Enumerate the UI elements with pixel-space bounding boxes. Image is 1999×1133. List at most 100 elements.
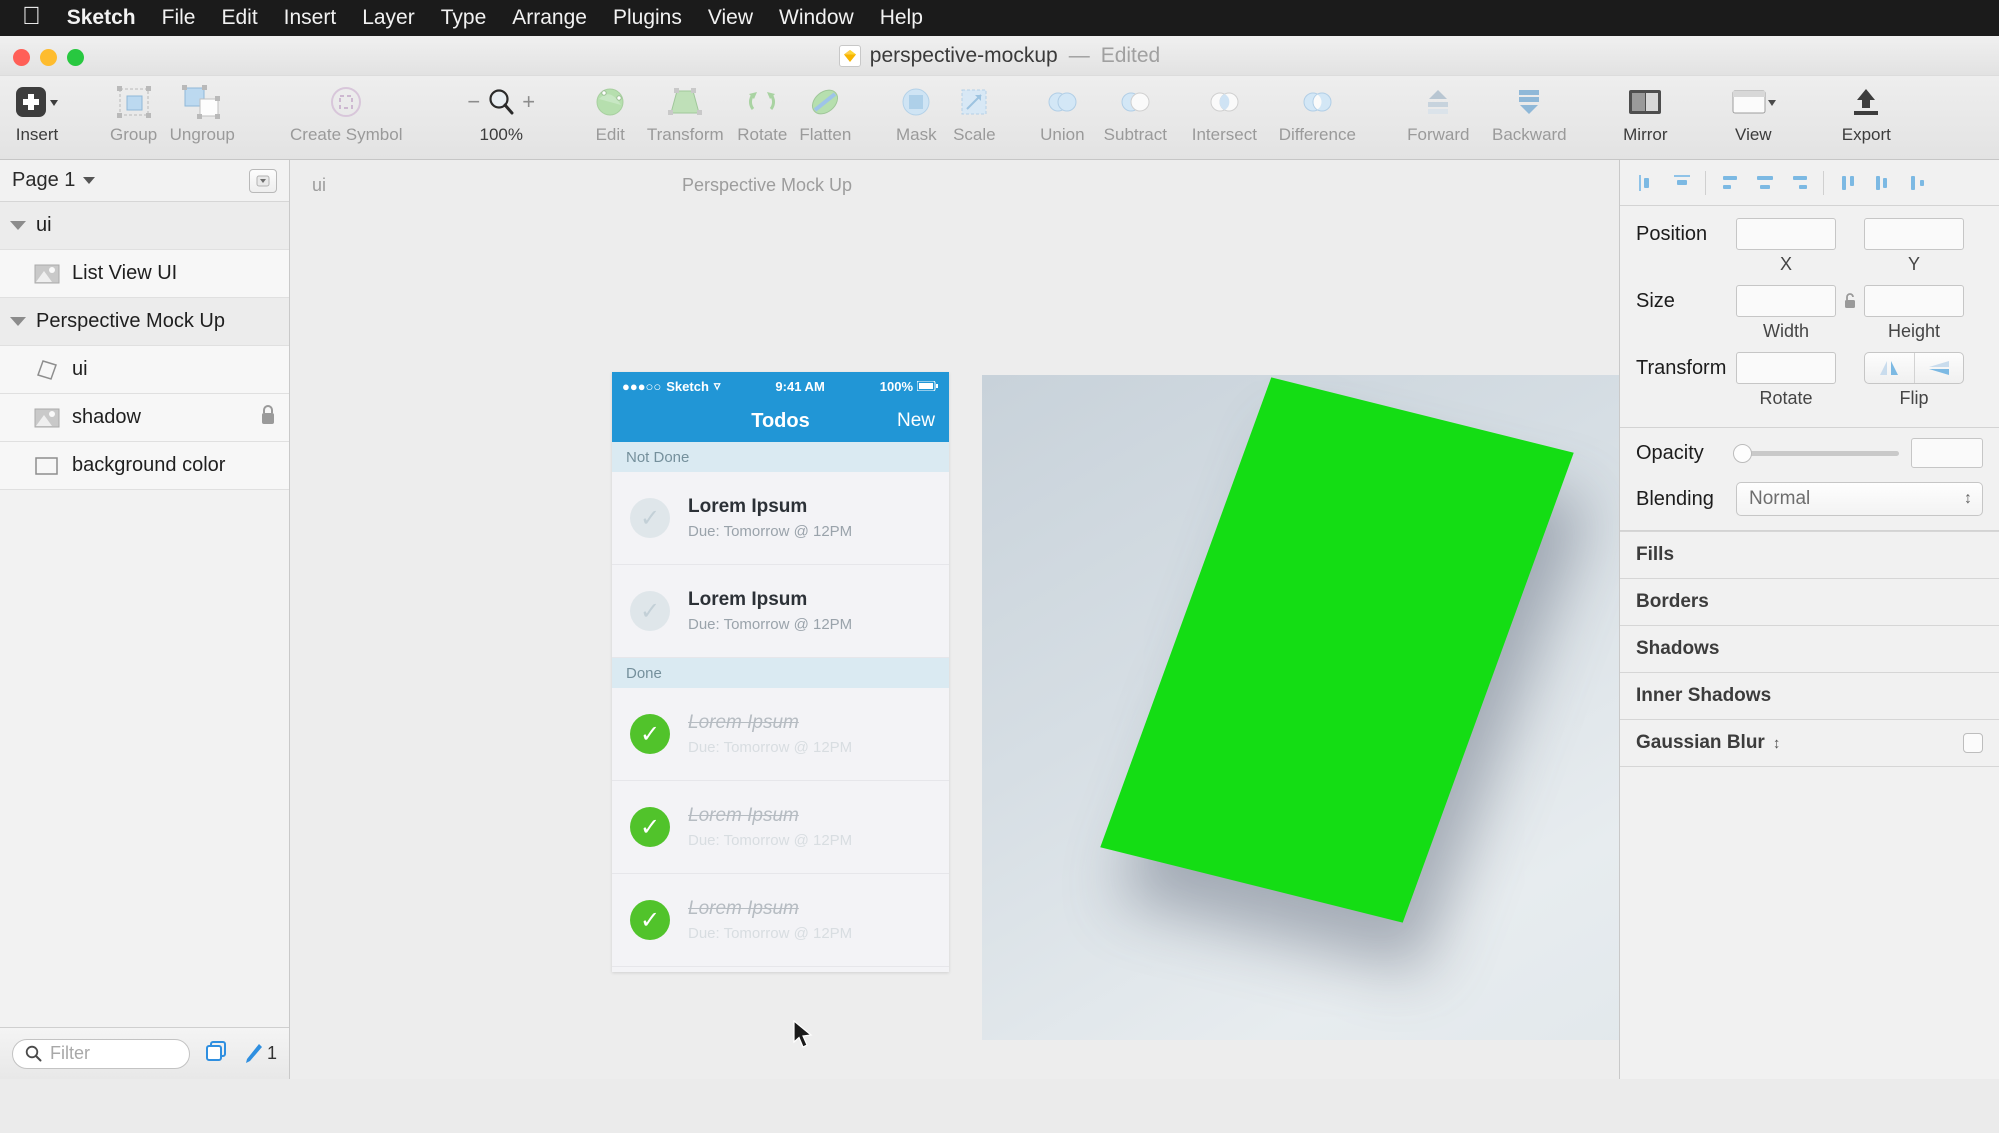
height-input[interactable]	[1864, 285, 1964, 317]
opacity-input[interactable]	[1911, 438, 1983, 468]
position-x-input[interactable]	[1736, 218, 1836, 250]
page-selector[interactable]: Page 1	[0, 160, 289, 202]
toolbar-rotate[interactable]: Rotate	[731, 81, 793, 145]
gaussian-blur-checkbox[interactable]	[1963, 733, 1983, 753]
toolbar-mirror[interactable]: Mirror	[1607, 81, 1683, 145]
toolbar-flatten[interactable]: Flatten	[793, 81, 857, 145]
layer-row-ui-group[interactable]: ui	[0, 202, 289, 250]
sketch-document-icon	[838, 45, 861, 67]
layer-row-shadow[interactable]: shadow	[0, 394, 289, 442]
layer-row-background-color[interactable]: background color	[0, 442, 289, 490]
distribute-horizontally-icon[interactable]	[1831, 168, 1864, 198]
toolbar-edit[interactable]: Edit	[581, 81, 639, 145]
section-borders[interactable]: Borders	[1620, 578, 1999, 625]
list-item[interactable]: ✓ Lorem Ipsum Due: Tomorrow @ 12PM	[612, 472, 949, 565]
section-shadows[interactable]: Shadows	[1620, 625, 1999, 672]
edit-icon	[593, 81, 627, 123]
opacity-slider[interactable]	[1733, 443, 1899, 463]
width-input[interactable]	[1736, 285, 1836, 317]
toolbar-ungroup[interactable]: Ungroup	[163, 81, 241, 145]
page-options-button[interactable]	[249, 168, 277, 193]
zoom-out-button[interactable]: −	[467, 89, 480, 115]
apple-menu-icon[interactable]: 	[22, 3, 41, 33]
toolbar-mask[interactable]: Mask	[887, 81, 945, 145]
blending-select[interactable]: Normal ↕	[1736, 482, 1983, 516]
pen-tool-icon[interactable]: 1	[242, 1042, 277, 1066]
artboard-label-perspective[interactable]: Perspective Mock Up	[682, 175, 852, 196]
intersect-label: Intersect	[1191, 125, 1257, 144]
filter-input[interactable]: Filter	[12, 1038, 190, 1069]
rotate-input[interactable]	[1736, 352, 1836, 384]
section-fills[interactable]: Fills	[1620, 531, 1999, 578]
zoom-in-button[interactable]: +	[522, 89, 535, 115]
opacity-slider-handle[interactable]	[1733, 443, 1752, 463]
layer-name: background color	[72, 454, 226, 476]
toolbar-create-symbol[interactable]: Create Symbol	[271, 81, 421, 145]
section-inner-shadows[interactable]: Inner Shadows	[1620, 672, 1999, 719]
flip-vertical-button[interactable]	[1915, 353, 1964, 383]
opacity-label: Opacity	[1636, 441, 1704, 464]
layer-row-perspective-group[interactable]: Perspective Mock Up	[0, 298, 289, 346]
disclosure-triangle-icon[interactable]	[10, 221, 26, 230]
align-center-icon[interactable]	[1748, 168, 1781, 198]
menu-file[interactable]: File	[162, 6, 196, 30]
toolbar-scale[interactable]: Scale	[945, 81, 1003, 145]
checkbox-icon[interactable]: ✓	[630, 498, 670, 538]
menu-arrange[interactable]: Arrange	[512, 6, 587, 30]
proportion-lock-icon[interactable]	[1836, 292, 1864, 310]
list-item[interactable]: ✓ Lorem Ipsum Due: Tomorrow @ 12PM	[612, 781, 949, 874]
artboard-ui[interactable]: ●●●○○ Sketch ▿ 9:41 AM 100% Todos New No…	[612, 372, 949, 972]
list-item[interactable]: ✓ Lorem Ipsum Due: Tomorrow @ 12PM	[612, 565, 949, 658]
canvas-area[interactable]: ui Perspective Mock Up ●●●○○ Sketch ▿ 9:…	[290, 160, 1619, 1079]
layer-row-ui-shape[interactable]: ui	[0, 346, 289, 394]
section-gaussian-blur[interactable]: Gaussian Blur ↕	[1620, 719, 1999, 766]
position-sublabels: X Y	[1636, 254, 1983, 275]
disclosure-triangle-icon[interactable]	[10, 317, 26, 326]
toolbar-backward[interactable]: Backward	[1481, 81, 1577, 145]
toolbar-export[interactable]: Export	[1823, 81, 1909, 145]
distribute-spacing-icon[interactable]	[1901, 168, 1934, 198]
flip-horizontal-button[interactable]	[1865, 353, 1914, 383]
align-top-icon[interactable]	[1665, 168, 1698, 198]
menu-plugins[interactable]: Plugins	[613, 6, 682, 30]
menu-insert[interactable]: Insert	[284, 6, 337, 30]
position-y-input[interactable]	[1864, 218, 1964, 250]
distribute-vertically-icon[interactable]	[1866, 168, 1899, 198]
blur-type-stepper-icon[interactable]: ↕	[1773, 735, 1781, 752]
align-left-icon[interactable]	[1630, 168, 1663, 198]
toolbar-insert[interactable]: Insert	[0, 81, 74, 145]
align-center-horizontal-icon[interactable]	[1713, 168, 1746, 198]
artboard-perspective-mockup[interactable]	[982, 375, 1619, 1040]
lock-icon[interactable]	[259, 404, 277, 431]
menu-sketch[interactable]: Sketch	[67, 6, 136, 30]
toolbar-forward[interactable]: Forward	[1395, 81, 1481, 145]
artboard-label-ui[interactable]: ui	[312, 175, 326, 196]
menu-type[interactable]: Type	[441, 6, 487, 30]
menu-view[interactable]: View	[708, 6, 753, 30]
toolbar-subtract[interactable]: Subtract	[1091, 81, 1179, 145]
toolbar-intersect[interactable]: Intersect	[1179, 81, 1269, 145]
align-right-icon[interactable]	[1783, 168, 1816, 198]
perspective-green-card[interactable]	[1100, 377, 1574, 923]
stepper-icon[interactable]: ↕	[1964, 490, 1972, 506]
layer-row-list-view-ui[interactable]: List View UI	[0, 250, 289, 298]
checkbox-icon[interactable]: ✓	[630, 591, 670, 631]
menu-edit[interactable]: Edit	[221, 6, 257, 30]
toolbar-view[interactable]: View	[1713, 81, 1793, 145]
duplicate-layers-icon[interactable]	[204, 1039, 228, 1068]
checkbox-icon[interactable]: ✓	[630, 807, 670, 847]
list-item[interactable]: ✓ Lorem Ipsum Due: Tomorrow @ 12PM	[612, 874, 949, 967]
toolbar-transform[interactable]: Transform	[639, 81, 731, 145]
toolbar-union[interactable]: Union	[1033, 81, 1091, 145]
checkbox-icon[interactable]: ✓	[630, 900, 670, 940]
toolbar-zoom[interactable]: − + 100%	[451, 81, 551, 145]
checkbox-icon[interactable]: ✓	[630, 714, 670, 754]
nav-new-button[interactable]: New	[897, 410, 935, 432]
menu-help[interactable]: Help	[880, 6, 923, 30]
list-item[interactable]: ✓ Lorem Ipsum Due: Tomorrow @ 12PM	[612, 688, 949, 781]
transform-icon	[667, 81, 703, 123]
toolbar-group[interactable]: Group	[104, 81, 163, 145]
menu-window[interactable]: Window	[779, 6, 854, 30]
toolbar-difference[interactable]: Difference	[1269, 81, 1365, 145]
menu-layer[interactable]: Layer	[362, 6, 415, 30]
